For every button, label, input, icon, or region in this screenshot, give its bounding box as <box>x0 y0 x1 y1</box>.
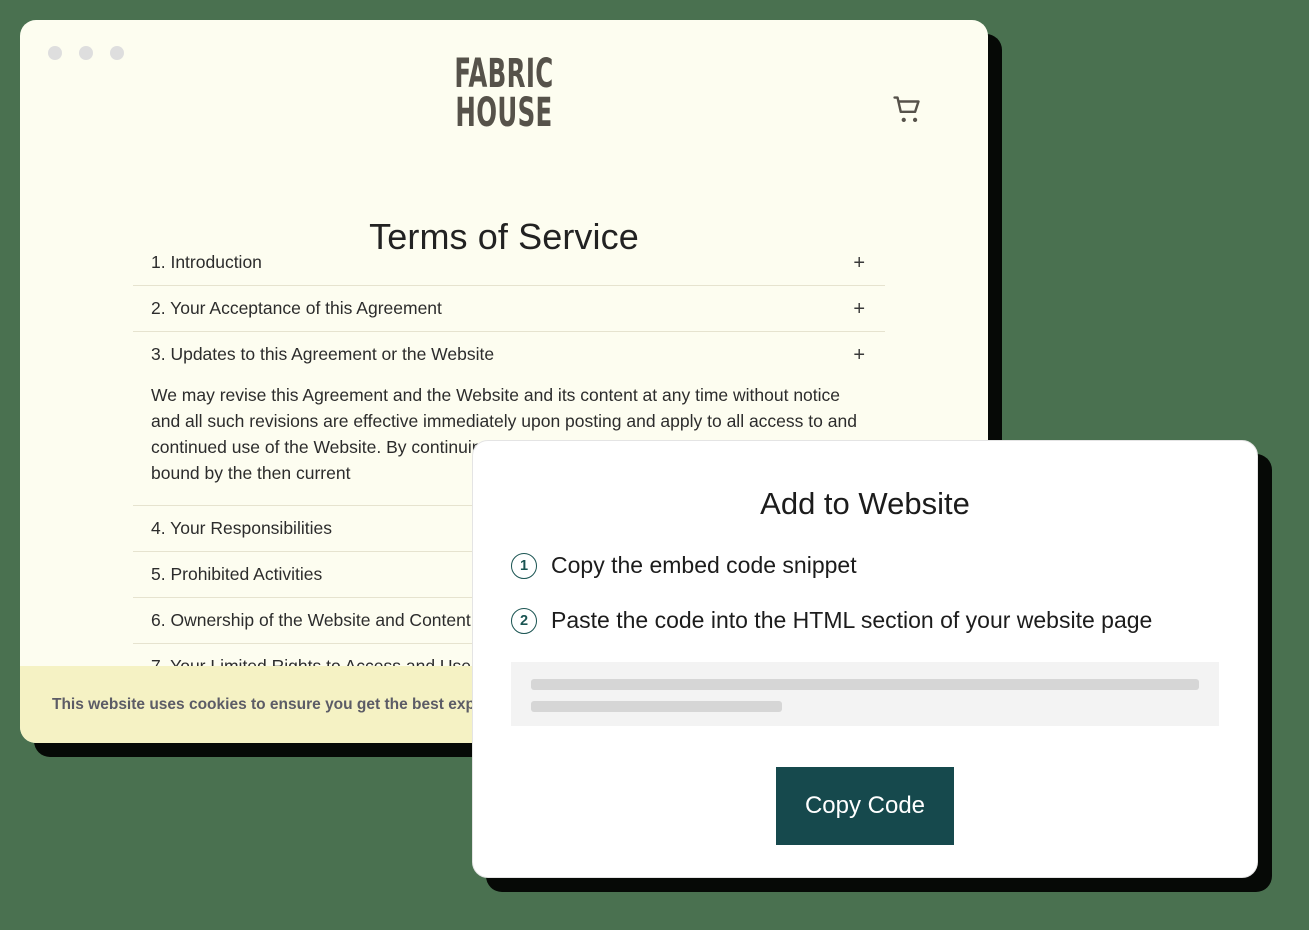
accordion-label-1: 1. Introduction <box>151 252 262 272</box>
shopping-cart-glyph <box>893 96 920 123</box>
step-number-badge: 2 <box>511 607 537 634</box>
cookie-banner-text: This website uses cookies to ensure you … <box>52 695 530 713</box>
accordion-item-1: 1. Introduction + <box>133 240 885 286</box>
brand-logo-line-2: HOUSE <box>455 90 553 137</box>
code-placeholder-line-2 <box>531 701 782 712</box>
accordion-item-2: 2. Your Acceptance of this Agreement + <box>133 286 885 332</box>
plus-icon: + <box>853 343 865 366</box>
accordion-label-6: 6. Ownership of the Website and Content <box>151 609 471 630</box>
copy-code-button[interactable]: Copy Code <box>776 767 954 845</box>
step-item-2: 2 Paste the code into the HTML section o… <box>511 607 1219 634</box>
brand-logo[interactable]: FABRIC HOUSE <box>175 51 833 137</box>
accordion-label-2: 2. Your Acceptance of this Agreement <box>151 298 442 318</box>
modal-title: Add to Website <box>760 486 970 521</box>
accordion-label-5: 5. Prohibited Activities <box>151 563 323 584</box>
accordion-header-3[interactable]: 3. Updates to this Agreement or the Webs… <box>133 332 885 377</box>
accordion-label-4: 4. Your Responsibilities <box>151 517 332 538</box>
accordion-header-2[interactable]: 2. Your Acceptance of this Agreement + <box>133 286 885 331</box>
shopping-cart-icon[interactable] <box>886 88 930 132</box>
step-label: Paste the code into the HTML section of … <box>551 607 1153 633</box>
plus-icon: + <box>853 297 865 320</box>
plus-icon: + <box>853 251 865 274</box>
step-number-badge: 1 <box>511 552 537 579</box>
step-label: Copy the embed code snippet <box>551 552 857 578</box>
add-to-website-modal: Add to Website 1 Copy the embed code sni… <box>472 440 1258 878</box>
accordion-header-1[interactable]: 1. Introduction + <box>133 240 885 285</box>
embed-code-box[interactable] <box>511 662 1219 726</box>
site-header: FABRIC HOUSE <box>20 20 988 166</box>
accordion-label-3: 3. Updates to this Agreement or the Webs… <box>151 344 495 364</box>
brand-logo-line-1: FABRIC <box>454 51 554 97</box>
steps-list: 1 Copy the embed code snippet 2 Paste th… <box>473 552 1257 634</box>
step-item-1: 1 Copy the embed code snippet <box>511 552 1219 579</box>
code-placeholder-line-1 <box>531 679 1199 690</box>
